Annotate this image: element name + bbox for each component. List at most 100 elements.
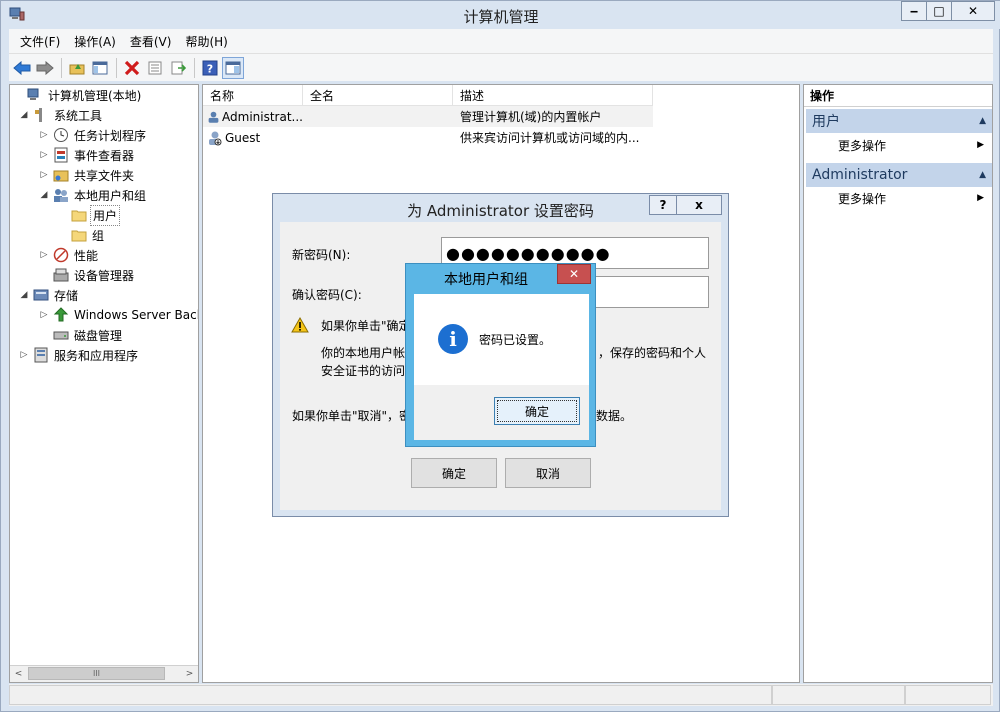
tree-item-label: 性能 bbox=[74, 248, 99, 263]
dialog-close-button[interactable]: x bbox=[676, 195, 722, 215]
tree-expander[interactable]: ▷ bbox=[38, 150, 50, 160]
delete-icon[interactable] bbox=[121, 57, 143, 79]
tree-horizontal-scrollbar[interactable]: < III > bbox=[10, 665, 198, 682]
user-icon bbox=[208, 111, 219, 123]
menu-view[interactable]: 查看(V) bbox=[123, 33, 179, 50]
message-box-body: i 密码已设置。 bbox=[414, 294, 589, 385]
status-bar bbox=[9, 684, 993, 706]
menu-help[interactable]: 帮助(H) bbox=[178, 33, 234, 50]
user-fullname bbox=[303, 106, 453, 127]
toolbar-separator bbox=[116, 57, 117, 78]
back-icon[interactable] bbox=[11, 57, 33, 79]
minimize-button[interactable]: ‒ bbox=[901, 1, 927, 21]
scroll-right-button[interactable]: > bbox=[181, 666, 198, 683]
scroll-left-button[interactable]: < bbox=[10, 666, 27, 683]
menu-bar: 文件(F) 操作(A) 查看(V) 帮助(H) bbox=[9, 29, 993, 53]
tree-item-users[interactable]: 用户 bbox=[56, 204, 121, 226]
tree-expander[interactable]: ◢ bbox=[38, 190, 50, 200]
show-action-pane-icon[interactable] bbox=[222, 56, 244, 79]
tree-expander[interactable]: ▷ bbox=[38, 170, 50, 180]
help-icon[interactable]: ? bbox=[199, 57, 221, 79]
list-header: 名称 全名 描述 bbox=[203, 85, 653, 106]
submenu-arrow-icon: ▶ bbox=[977, 193, 984, 203]
tree-expander[interactable]: ▷ bbox=[38, 130, 50, 140]
tree-item-label: 服务和应用程序 bbox=[54, 348, 139, 363]
forward-icon[interactable] bbox=[34, 57, 56, 79]
action-group-label: Administrator bbox=[812, 167, 908, 183]
properties-icon[interactable] bbox=[144, 57, 166, 79]
backup-icon bbox=[53, 307, 69, 322]
warning-text: 如果你单击"确定 bbox=[321, 319, 411, 333]
scrollbar-thumb[interactable]: III bbox=[28, 667, 165, 680]
column-description[interactable]: 描述 bbox=[453, 85, 653, 106]
menu-file[interactable]: 文件(F) bbox=[13, 33, 67, 50]
status-cell bbox=[9, 685, 772, 705]
user-description: 供来宾访问计算机或访问域的内... bbox=[460, 131, 640, 145]
action-more-actions[interactable]: 更多操作 ▶ bbox=[806, 135, 992, 155]
user-name: Guest bbox=[225, 130, 261, 145]
cancel-text: 如果你单击"取消"，密 bbox=[292, 409, 412, 423]
action-group-administrator[interactable]: Administrator ▲ bbox=[806, 163, 992, 187]
menu-action[interactable]: 操作(A) bbox=[67, 33, 123, 50]
tree-expander[interactable]: ▷ bbox=[18, 350, 30, 360]
tree-item-shared-folders[interactable]: ▷ 共享文件夹 bbox=[38, 165, 136, 185]
tree-item-task-scheduler[interactable]: ▷ 任务计划程序 bbox=[38, 125, 148, 145]
tree-expander[interactable]: ▷ bbox=[38, 250, 50, 260]
message-box-close-button[interactable]: ✕ bbox=[557, 264, 591, 284]
device-manager-icon bbox=[53, 268, 69, 282]
message-ok-button[interactable]: 确定 bbox=[494, 397, 580, 425]
export-list-icon[interactable] bbox=[167, 57, 189, 79]
status-cell bbox=[772, 685, 905, 705]
password-set-message-box: 本地用户和组 ✕ i 密码已设置。 确定 bbox=[405, 263, 596, 447]
tree-item-system-tools[interactable]: ◢ 系统工具 bbox=[18, 105, 104, 125]
collapse-icon[interactable]: ▲ bbox=[979, 170, 986, 180]
tree-item-computer-management[interactable]: 计算机管理(本地) bbox=[12, 85, 143, 105]
tree-item-windows-server-backup[interactable]: ▷ Windows Server Back bbox=[38, 305, 199, 325]
tree-item-storage[interactable]: ◢ 存储 bbox=[18, 285, 80, 305]
tree-item-label: 计算机管理(本地) bbox=[48, 88, 142, 103]
tree-item-services-applications[interactable]: ▷ 服务和应用程序 bbox=[18, 345, 140, 365]
action-group-users[interactable]: 用户 ▲ bbox=[806, 109, 992, 133]
cancel-button[interactable]: 取消 bbox=[505, 458, 591, 488]
maximize-button[interactable]: □ bbox=[926, 1, 952, 21]
message-box-title: 本地用户和组 bbox=[444, 272, 528, 288]
status-cell bbox=[905, 685, 991, 705]
tree-item-performance[interactable]: ▷ 性能 bbox=[38, 245, 100, 265]
column-name[interactable]: 名称 bbox=[203, 85, 303, 106]
up-folder-icon[interactable] bbox=[66, 57, 88, 79]
column-fullname[interactable]: 全名 bbox=[303, 85, 453, 106]
action-label: 更多操作 bbox=[838, 138, 887, 153]
toolbar: ? bbox=[9, 53, 993, 81]
action-more-actions[interactable]: 更多操作 ▶ bbox=[806, 188, 992, 208]
storage-icon bbox=[33, 289, 49, 301]
tree-item-disk-management[interactable]: 磁盘管理 bbox=[38, 325, 124, 345]
disabled-user-icon bbox=[209, 131, 222, 145]
tree-item-device-manager[interactable]: 设备管理器 bbox=[38, 265, 136, 285]
tree-expander[interactable]: ▷ bbox=[38, 310, 50, 320]
dialog-help-button[interactable]: ? bbox=[649, 195, 677, 215]
collapse-icon[interactable]: ▲ bbox=[979, 116, 986, 126]
computer-management-icon bbox=[27, 88, 39, 100]
tree-item-label: 事件查看器 bbox=[74, 148, 135, 163]
tree-item-label: Windows Server Back bbox=[74, 308, 199, 322]
performance-icon bbox=[53, 247, 69, 263]
close-button[interactable]: ✕ bbox=[951, 1, 995, 21]
list-item-administrator[interactable]: Administrat... 管理计算机(域)的内置帐户 bbox=[203, 106, 653, 127]
tree-item-local-users-groups[interactable]: ◢ 本地用户和组 bbox=[38, 185, 148, 205]
information-icon: i bbox=[438, 324, 468, 354]
tree-expander[interactable]: ◢ bbox=[18, 290, 30, 300]
folder-icon bbox=[71, 230, 87, 242]
user-description: 管理计算机(域)的内置帐户 bbox=[460, 110, 602, 124]
toolbar-separator bbox=[61, 57, 62, 78]
ok-button[interactable]: 确定 bbox=[411, 458, 497, 488]
tree-item-label: 任务计划程序 bbox=[74, 128, 147, 143]
system-tools-icon bbox=[35, 108, 42, 122]
user-fullname bbox=[303, 127, 453, 148]
new-password-label: 新密码(N): bbox=[292, 248, 351, 262]
tree-item-groups[interactable]: 组 bbox=[56, 225, 106, 245]
list-item-guest[interactable]: Guest 供来宾访问计算机或访问域的内... bbox=[203, 127, 653, 148]
shared-folder-icon bbox=[53, 170, 69, 182]
tree-expander[interactable]: ◢ bbox=[18, 110, 30, 120]
show-hide-tree-icon[interactable] bbox=[89, 57, 111, 79]
tree-item-event-viewer[interactable]: ▷ 事件查看器 bbox=[38, 145, 136, 165]
